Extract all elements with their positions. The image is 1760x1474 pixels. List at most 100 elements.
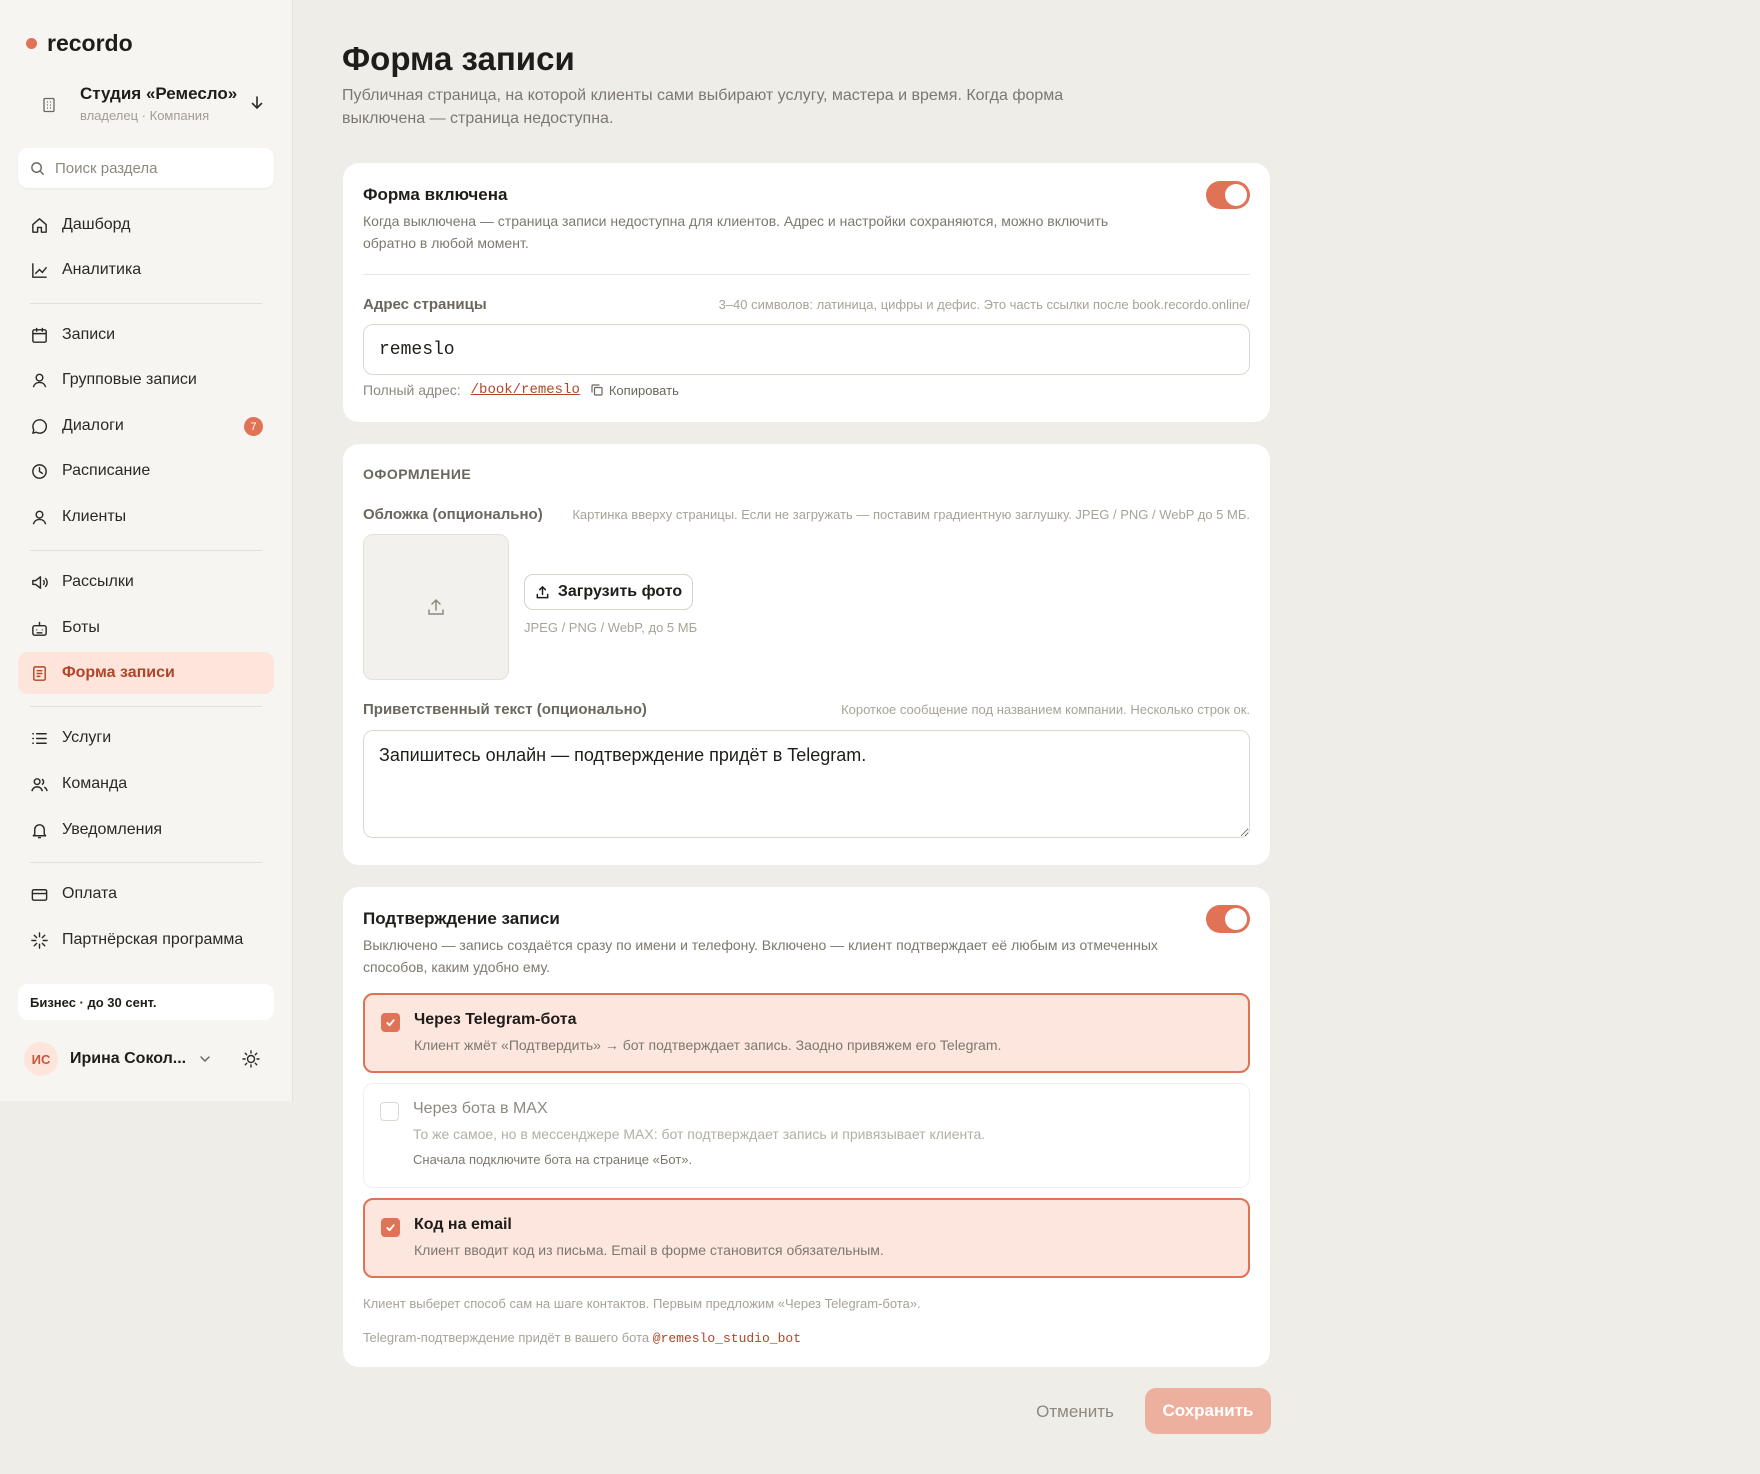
sidebar-item-label: Услуги (62, 729, 112, 746)
calendar-icon (32, 327, 47, 343)
sidebar-item-bots[interactable]: Боты (18, 607, 274, 649)
sidebar-item-label: Записи (62, 326, 116, 343)
full-address-link[interactable]: /book/remeslo (471, 382, 580, 398)
logo[interactable]: recordo (26, 30, 133, 57)
clock-icon (32, 463, 47, 479)
megaphone-icon (32, 575, 48, 589)
plan-badge[interactable]: Бизнес · до 30 сент. (18, 984, 274, 1020)
sidebar-item-schedule[interactable]: Расписание (18, 450, 274, 492)
sidebar-item-group-bookings[interactable]: Групповые записи (18, 359, 274, 401)
page-title: Форма записи (342, 40, 575, 77)
nav-divider (30, 550, 262, 551)
checkbox[interactable] (381, 1218, 400, 1237)
nav-divider (30, 706, 262, 707)
sparkle-icon (31, 931, 48, 949)
sidebar-item-label: Боты (62, 619, 100, 636)
sidebar-item-label: Групповые записи (62, 371, 197, 388)
sidebar-item-partner-program[interactable]: Партнёрская программа (18, 919, 274, 961)
sidebar-item-label: Форма записи (62, 664, 175, 681)
home-icon (32, 217, 47, 233)
option-email-code[interactable]: Код на email Клиент вводит код из письма… (363, 1198, 1250, 1278)
sidebar-item-services[interactable]: Услуги (18, 717, 274, 759)
sidebar-item-analytics[interactable]: Аналитика (18, 249, 274, 291)
telegram-bot-handle: @remeslo_studio_bot (652, 1331, 801, 1346)
bell-icon (32, 823, 47, 838)
user-menu[interactable]: ИС Ирина Сокол... (24, 1040, 276, 1078)
design-section-title: ОФОРМЛЕНИЕ (363, 466, 472, 482)
address-label: Адрес страницы (363, 296, 487, 313)
checkbox (380, 1102, 399, 1121)
copy-label: Копировать (608, 382, 679, 398)
checkbox[interactable] (381, 1013, 400, 1032)
list-icon (32, 732, 47, 744)
sidebar-item-label: Расписание (62, 462, 151, 479)
sun-icon[interactable] (241, 1049, 261, 1069)
chevron-down-icon[interactable] (198, 1052, 212, 1066)
option-title: Через Telegram-бота (414, 1011, 577, 1028)
option-telegram-bot[interactable]: Через Telegram-бота Клиент жмёт «Подтвер… (363, 993, 1250, 1073)
workspace-title: Студия «Ремесло» (80, 84, 238, 103)
upload-hint: JPEG / PNG / WebP, до 5 МБ (524, 620, 698, 635)
sidebar-item-notifications[interactable]: Уведомления (18, 809, 274, 851)
address-input[interactable] (363, 324, 1250, 375)
chart-icon (32, 262, 47, 278)
sidebar-item-label: Команда (62, 775, 128, 792)
section-search[interactable] (18, 148, 274, 188)
sidebar-item-label: Рассылки (62, 573, 134, 590)
sidebar-item-label: Дашборд (62, 216, 131, 233)
option-title: Через бота в MAX (413, 1100, 548, 1117)
workspace-switcher[interactable]: Студия «Ремесло» владелец · Компания (40, 84, 270, 126)
upload-photo-button[interactable]: Загрузить фото (524, 574, 693, 610)
sidebar-item-dialogs[interactable]: Диалоги 7 (18, 405, 274, 447)
greeting-textarea[interactable]: Запишитесь онлайн — подтверждение придёт… (363, 730, 1250, 838)
sidebar-item-label: Партнёрская программа (62, 931, 244, 948)
divider (363, 274, 1250, 275)
form-enabled-title: Форма включена (363, 185, 508, 204)
greeting-label: Приветственный текст (опционально) (363, 701, 647, 718)
logo-dot-icon (26, 38, 37, 49)
upload-icon (428, 598, 444, 615)
building-icon (43, 97, 55, 113)
cover-preview[interactable] (363, 534, 509, 680)
telegram-bot-note: Telegram-подтверждение придёт в вашего б… (363, 1330, 801, 1346)
nav-divider (30, 303, 262, 304)
copy-button[interactable]: Копировать (590, 383, 679, 398)
card-icon (31, 888, 48, 901)
cancel-button[interactable]: Отменить (1025, 1390, 1125, 1434)
upload-photo-label: Загрузить фото (557, 583, 683, 600)
avatar: ИС (24, 1042, 58, 1076)
sidebar-item-bookings[interactable]: Записи (18, 314, 274, 356)
sidebar-item-payment[interactable]: Оплата (18, 873, 274, 915)
sidebar-item-booking-form[interactable]: Форма записи (18, 652, 274, 694)
search-input[interactable] (55, 159, 245, 177)
team-icon (31, 777, 48, 791)
option-title: Код на email (414, 1216, 512, 1233)
sidebar-item-mailings[interactable]: Рассылки (18, 561, 274, 603)
cover-label: Обложка (опционально) (363, 506, 543, 523)
sidebar: recordo Студия «Ремесло» владелец · Комп… (0, 0, 293, 1101)
sidebar-item-label: Диалоги (62, 417, 124, 434)
logo-text: recordo (47, 30, 133, 56)
confirmation-toggle[interactable] (1206, 905, 1250, 933)
confirmation-description: Выключено — запись создаётся сразу по им… (363, 937, 1158, 975)
sidebar-item-clients[interactable]: Клиенты (18, 496, 274, 538)
sidebar-item-label: Аналитика (62, 261, 142, 278)
sidebar-item-team[interactable]: Команда (18, 763, 274, 805)
user-icon (32, 510, 47, 524)
telegram-bot-note-text: Telegram-подтверждение придёт в вашего б… (363, 1330, 650, 1345)
form-enabled-card: Форма включена Когда выключена — страниц… (343, 163, 1270, 422)
option-description: То же самое, но в мессенджере MAX: бот п… (413, 1126, 986, 1142)
option-note: Сначала подключите бота на странице «Бот… (413, 1152, 693, 1167)
unread-badge: 7 (244, 417, 263, 436)
confirmation-title: Подтверждение записи (363, 909, 560, 928)
option-max-bot: Через бота в MAX То же самое, но в мессе… (363, 1083, 1250, 1188)
save-button[interactable]: Сохранить (1145, 1388, 1271, 1434)
arrow-down-icon[interactable] (248, 94, 266, 112)
user-name: Ирина Сокол... (70, 1050, 187, 1067)
greeting-hint: Короткое сообщение под названием компани… (841, 702, 1250, 717)
form-enabled-toggle[interactable] (1206, 181, 1250, 209)
upload-icon (536, 585, 549, 598)
cover-hint: Картинка вверху страницы. Если не загруж… (572, 507, 1250, 522)
form-icon (33, 665, 46, 681)
sidebar-item-dashboard[interactable]: Дашборд (18, 204, 274, 246)
